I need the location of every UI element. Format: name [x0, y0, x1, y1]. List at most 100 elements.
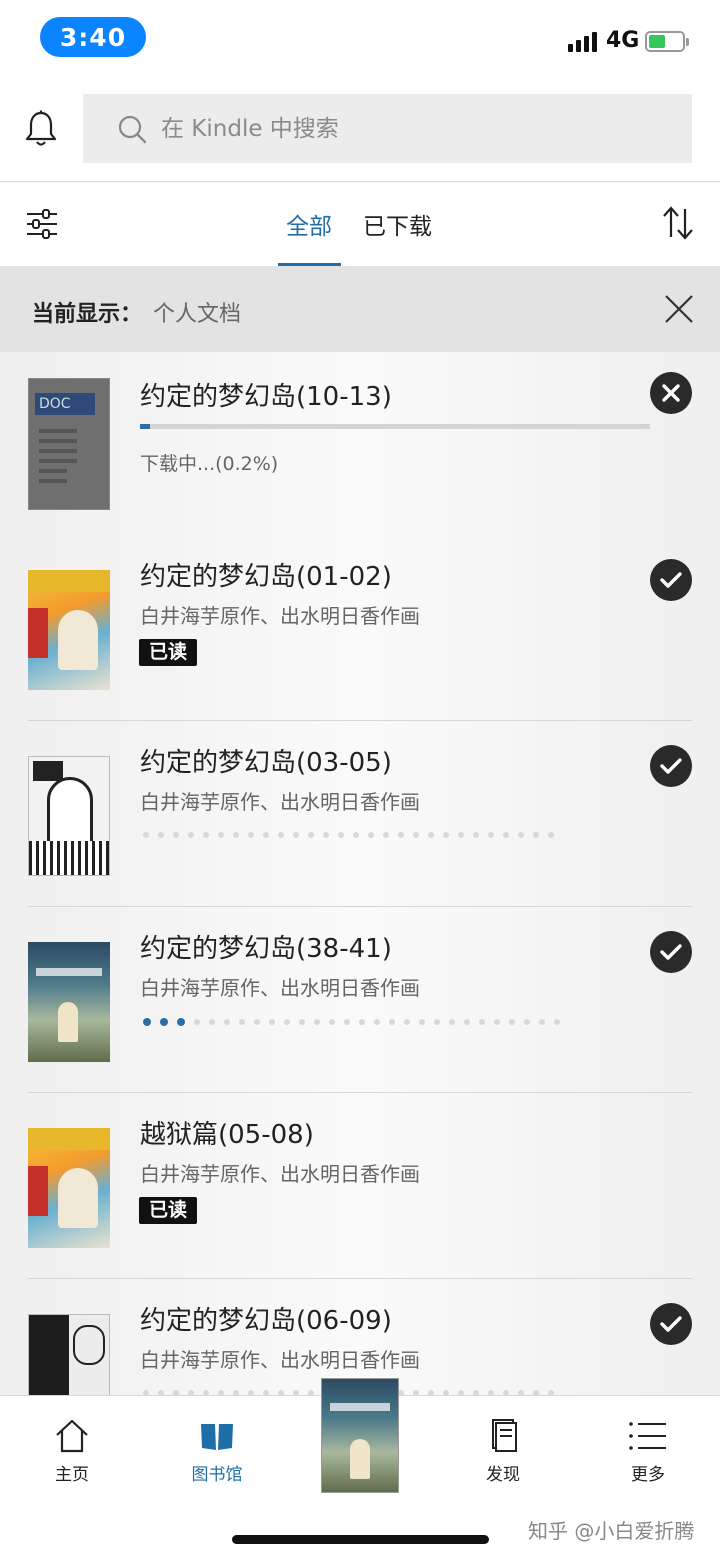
now-reading-cover[interactable] — [321, 1378, 399, 1493]
book-cover — [28, 1128, 110, 1248]
book-author: 白井海芋原作、出水明日香作画 — [140, 790, 420, 814]
nav-library[interactable]: 图书馆 — [172, 1418, 262, 1485]
download-progress-bar — [140, 424, 650, 429]
progress-dot — [158, 832, 164, 838]
progress-dot — [248, 832, 254, 838]
progress-dot — [293, 832, 299, 838]
book-title: 约定的梦幻岛(38-41) — [140, 934, 392, 964]
list-item[interactable]: 约定的梦幻岛(01-02) 白井海芋原作、出水明日香作画 已读 — [0, 534, 720, 720]
read-badge: 已读 — [139, 639, 198, 666]
progress-dot — [329, 1019, 335, 1025]
bell-icon[interactable] — [24, 110, 58, 148]
sort-icon[interactable] — [661, 205, 695, 241]
progress-dot — [254, 1019, 260, 1025]
cancel-download-button[interactable] — [650, 372, 692, 414]
nav-home[interactable]: 主页 — [27, 1418, 117, 1485]
progress-dot — [404, 1019, 410, 1025]
progress-dot — [413, 832, 419, 838]
progress-dot — [338, 832, 344, 838]
progress-dot — [554, 1019, 560, 1025]
book-title: 约定的梦幻岛(03-05) — [140, 748, 392, 778]
list-divider — [28, 1092, 692, 1093]
book-title: 约定的梦幻岛(10-13) — [140, 382, 392, 412]
reading-progress-dots — [143, 832, 554, 838]
progress-dot — [239, 1019, 245, 1025]
progress-dot — [218, 832, 224, 838]
downloaded-check — [650, 1303, 692, 1345]
cancel-icon — [662, 384, 680, 402]
list-item[interactable]: 约定的梦幻岛(03-05) 白井海芋原作、出水明日香作画 — [0, 720, 720, 906]
progress-dot — [479, 1019, 485, 1025]
nav-discover[interactable]: 发现 — [458, 1418, 548, 1485]
tab-downloaded[interactable]: 已下载 — [363, 207, 432, 241]
nav-more[interactable]: 更多 — [603, 1418, 693, 1485]
search-header — [0, 80, 720, 182]
progress-dot — [458, 832, 464, 838]
progress-dot — [494, 1019, 500, 1025]
book-title: 约定的梦幻岛(01-02) — [140, 562, 392, 592]
library-tab-bar: 全部 已下载 — [0, 183, 720, 266]
downloaded-check — [650, 559, 692, 601]
list-item[interactable]: 越狱篇(05-08) 白井海芋原作、出水明日香作画 已读 — [0, 1092, 720, 1278]
progress-dot — [509, 1019, 515, 1025]
check-icon — [660, 572, 682, 588]
more-icon — [629, 1422, 666, 1450]
progress-dot — [464, 1019, 470, 1025]
progress-dot — [434, 1019, 440, 1025]
list-divider — [28, 1278, 692, 1279]
progress-dot — [518, 832, 524, 838]
downloaded-check — [650, 931, 692, 973]
library-icon — [201, 1424, 233, 1450]
progress-dot — [419, 1019, 425, 1025]
progress-dot — [533, 832, 539, 838]
library-list: DOC 约定的梦幻岛(10-13) 下载中...(0.2%) 约定的梦幻岛(01… — [0, 352, 720, 1395]
check-icon — [660, 758, 682, 774]
discover-icon — [492, 1419, 517, 1452]
banner-value: 个人文档 — [153, 302, 242, 327]
status-time: 3:40 — [40, 17, 146, 57]
progress-dot — [503, 832, 509, 838]
book-author: 白井海芋原作、出水明日香作画 — [140, 1162, 420, 1186]
progress-dot — [209, 1019, 215, 1025]
progress-dot — [428, 832, 434, 838]
book-title: 越狱篇(05-08) — [140, 1120, 314, 1150]
check-icon — [660, 1316, 682, 1332]
progress-dot — [443, 832, 449, 838]
doc-cover: DOC — [28, 378, 110, 510]
progress-dot — [524, 1019, 530, 1025]
doc-label: DOC — [35, 393, 95, 415]
list-item[interactable]: 约定的梦幻岛(38-41) 白井海芋原作、出水明日香作画 — [0, 906, 720, 1092]
progress-dot — [269, 1019, 275, 1025]
search-bar[interactable] — [83, 94, 692, 163]
progress-dot — [188, 832, 194, 838]
tab-all[interactable]: 全部 — [286, 207, 332, 241]
progress-dot — [548, 832, 554, 838]
nav-discover-label: 发现 — [486, 1465, 520, 1485]
book-author: 白井海芋原作、出水明日香作画 — [140, 1348, 420, 1372]
download-progress-fill — [140, 424, 151, 429]
progress-dot — [173, 832, 179, 838]
filter-icon[interactable] — [25, 207, 59, 241]
reading-progress-dots — [143, 1018, 560, 1026]
download-status: 下载中...(0.2%) — [140, 453, 279, 475]
progress-dot — [488, 832, 494, 838]
progress-dot — [278, 832, 284, 838]
close-icon[interactable] — [664, 294, 694, 324]
book-title: 约定的梦幻岛(06-09) — [140, 1306, 392, 1336]
progress-dot — [308, 832, 314, 838]
nav-more-label: 更多 — [631, 1465, 665, 1485]
progress-dot — [143, 832, 149, 838]
progress-dot — [473, 832, 479, 838]
search-icon — [118, 115, 147, 143]
progress-dot — [160, 1018, 168, 1026]
list-item[interactable]: DOC 约定的梦幻岛(10-13) 下载中...(0.2%) — [0, 352, 720, 538]
downloaded-check — [650, 745, 692, 787]
search-input[interactable] — [161, 115, 641, 142]
nav-library-label: 图书馆 — [191, 1465, 243, 1485]
progress-dot — [194, 1019, 200, 1025]
progress-dot — [299, 1019, 305, 1025]
home-icon — [56, 1419, 88, 1453]
current-filter-banner: 当前显示： 个人文档 — [0, 266, 720, 352]
progress-dot — [398, 832, 404, 838]
book-cover — [28, 756, 110, 876]
